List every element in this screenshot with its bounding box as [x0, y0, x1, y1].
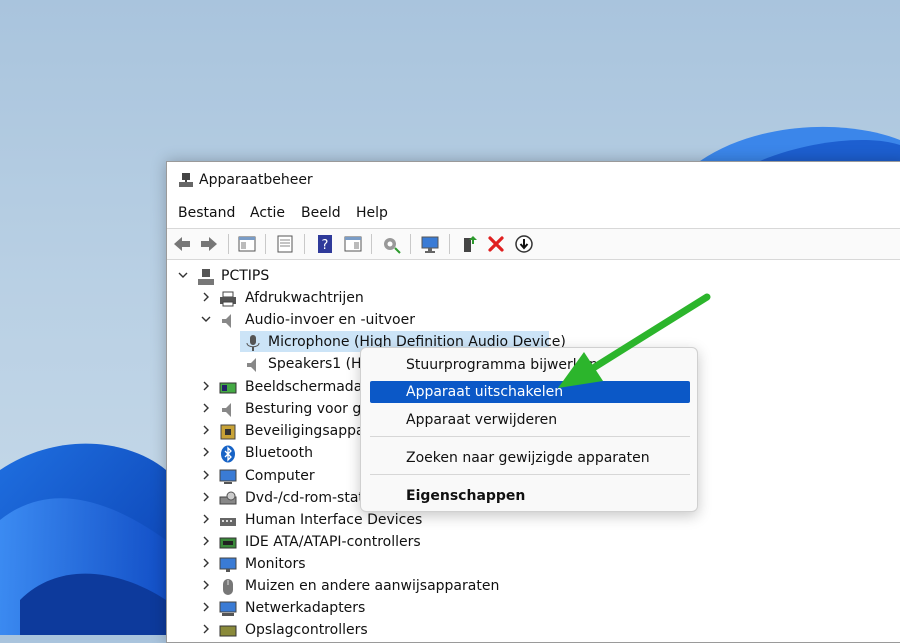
tree-item-label: Opslagcontrollers [245, 622, 368, 638]
speaker-icon [222, 314, 231, 328]
chevron-right-icon[interactable] [200, 380, 212, 392]
monitor-icon [219, 557, 237, 572]
tree-item-label: Beeldschermadap [245, 379, 372, 395]
menu-divider [370, 436, 690, 437]
tree-item-label: Beveiligingsappar [245, 423, 371, 439]
bluetooth-icon [221, 445, 235, 463]
tree-root-label: PCTIPS [221, 268, 270, 284]
hid-icon [220, 518, 236, 526]
microphone-icon [246, 335, 260, 351]
chevron-right-icon[interactable] [200, 623, 212, 635]
tree-item-label: Computer [245, 468, 315, 484]
toolbar: ? [167, 228, 900, 260]
tree-item-label: IDE ATA/ATAPI-controllers [245, 534, 421, 550]
device-manager-icon [179, 173, 193, 187]
chevron-right-icon[interactable] [200, 601, 212, 613]
chevron-right-icon[interactable] [200, 446, 212, 458]
chevron-down-icon[interactable] [177, 269, 189, 281]
context-menu: Stuurprogramma bijwerken Apparaat uitsch… [360, 347, 698, 512]
toolbar-separator [410, 234, 411, 254]
chevron-right-icon[interactable] [200, 535, 212, 547]
menu-item-update-driver[interactable]: Stuurprogramma bijwerken [406, 357, 598, 373]
storage-controller-icon [219, 625, 237, 637]
printer-icon [220, 291, 236, 307]
chevron-down-icon[interactable] [200, 313, 212, 325]
tree-item-label: Muizen en andere aanwijsapparaten [245, 578, 500, 594]
tree-item-label: Human Interface Devices [245, 512, 423, 528]
chevron-right-icon[interactable] [200, 469, 212, 481]
tree-item-label: Audio-invoer en -uitvoer [245, 312, 415, 328]
security-device-icon [220, 424, 236, 440]
show-hide-console-tree-icon[interactable] [237, 234, 257, 254]
chevron-right-icon[interactable] [200, 513, 212, 525]
menu-help[interactable]: Help [356, 205, 388, 221]
computer-icon [198, 269, 214, 285]
title-bar[interactable]: Apparaatbeheer [167, 162, 900, 198]
tree-item-label: Netwerkadapters [245, 600, 366, 616]
dvd-drive-icon [219, 491, 237, 505]
tree-item-label: Monitors [245, 556, 306, 572]
computer-icon [219, 469, 237, 484]
tree-item-label: Dvd-/cd-rom-stat [245, 490, 364, 506]
menu-bar: Bestand Actie Beeld Help [167, 202, 900, 226]
menu-divider [370, 474, 690, 475]
menu-item-uninstall-device[interactable]: Apparaat verwijderen [406, 412, 557, 428]
chevron-right-icon[interactable] [200, 291, 212, 303]
menu-item-scan-hardware[interactable]: Zoeken naar gewijzigde apparaten [406, 450, 650, 466]
update-driver-icon[interactable] [459, 234, 479, 254]
help-icon[interactable]: ? [315, 234, 335, 254]
chevron-right-icon[interactable] [200, 491, 212, 503]
chevron-right-icon[interactable] [200, 402, 212, 414]
toolbar-separator [371, 234, 372, 254]
menu-actie[interactable]: Actie [250, 205, 285, 221]
tree-item-label: Besturing voor ge [245, 401, 370, 417]
window-title: Apparaatbeheer [199, 172, 313, 188]
forward-arrow-icon[interactable] [199, 234, 219, 254]
action-pane-icon[interactable] [343, 234, 363, 254]
menu-item-properties[interactable]: Eigenschappen [406, 488, 525, 504]
chevron-right-icon[interactable] [200, 424, 212, 436]
toolbar-separator [265, 234, 266, 254]
uninstall-x-icon[interactable] [486, 234, 506, 254]
toolbar-separator [304, 234, 305, 254]
mouse-icon [223, 579, 233, 595]
toolbar-separator [228, 234, 229, 254]
scan-hardware-icon[interactable] [381, 234, 401, 254]
menu-item-disable-device[interactable]: Apparaat uitschakelen [406, 384, 563, 400]
tree-item-label: Speakers1 (Hig [268, 356, 375, 372]
disable-device-icon[interactable] [514, 234, 534, 254]
toolbar-separator [449, 234, 450, 254]
chevron-right-icon[interactable] [200, 557, 212, 569]
speaker-icon [222, 403, 231, 417]
ide-controller-icon [219, 537, 237, 549]
menu-beeld[interactable]: Beeld [301, 205, 341, 221]
menu-bestand[interactable]: Bestand [178, 205, 235, 221]
network-adapter-icon [219, 601, 237, 616]
monitor-toolbar-icon[interactable] [420, 234, 440, 254]
tree-item-label: Afdrukwachtrijen [245, 290, 364, 306]
tree-item-label: Bluetooth [245, 445, 313, 461]
display-adapter-icon [219, 382, 237, 394]
svg-text:?: ? [322, 238, 329, 253]
properties-sheet-icon[interactable] [275, 234, 295, 254]
speaker-icon [247, 358, 256, 372]
back-arrow-icon[interactable] [172, 234, 192, 254]
chevron-right-icon[interactable] [200, 579, 212, 591]
